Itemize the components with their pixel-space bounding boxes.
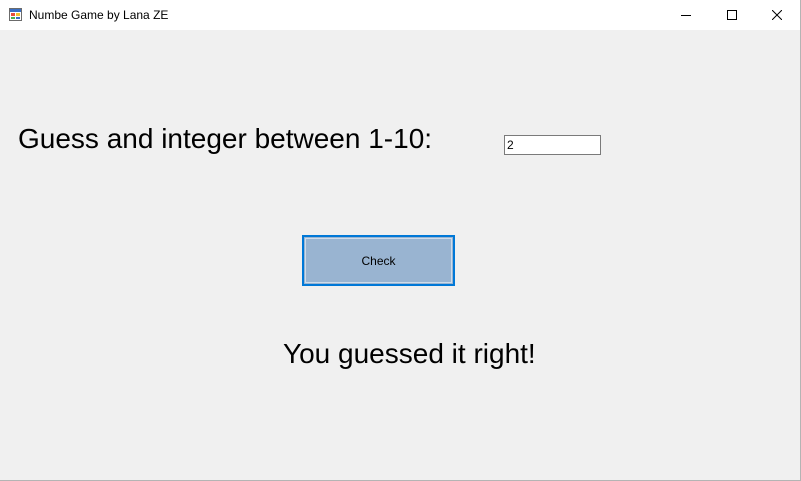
title-bar[interactable]: Numbe Game by Lana ZE [0, 0, 800, 30]
app-window: Numbe Game by Lana ZE Guess and integer … [0, 0, 801, 481]
check-button-label: Check [361, 253, 396, 268]
maximize-icon [727, 10, 737, 20]
maximize-button[interactable] [709, 0, 755, 30]
window-title: Numbe Game by Lana ZE [29, 8, 169, 22]
close-icon [772, 10, 782, 20]
result-message: You guessed it right! [283, 338, 536, 369]
guess-prompt-label: Guess and integer between 1-10: [18, 123, 433, 154]
minimize-icon [681, 15, 691, 16]
minimize-button[interactable] [663, 0, 709, 30]
check-button[interactable]: Check [302, 235, 455, 286]
close-button[interactable] [754, 0, 800, 30]
guess-input[interactable] [504, 135, 601, 155]
app-form-icon [9, 8, 22, 21]
